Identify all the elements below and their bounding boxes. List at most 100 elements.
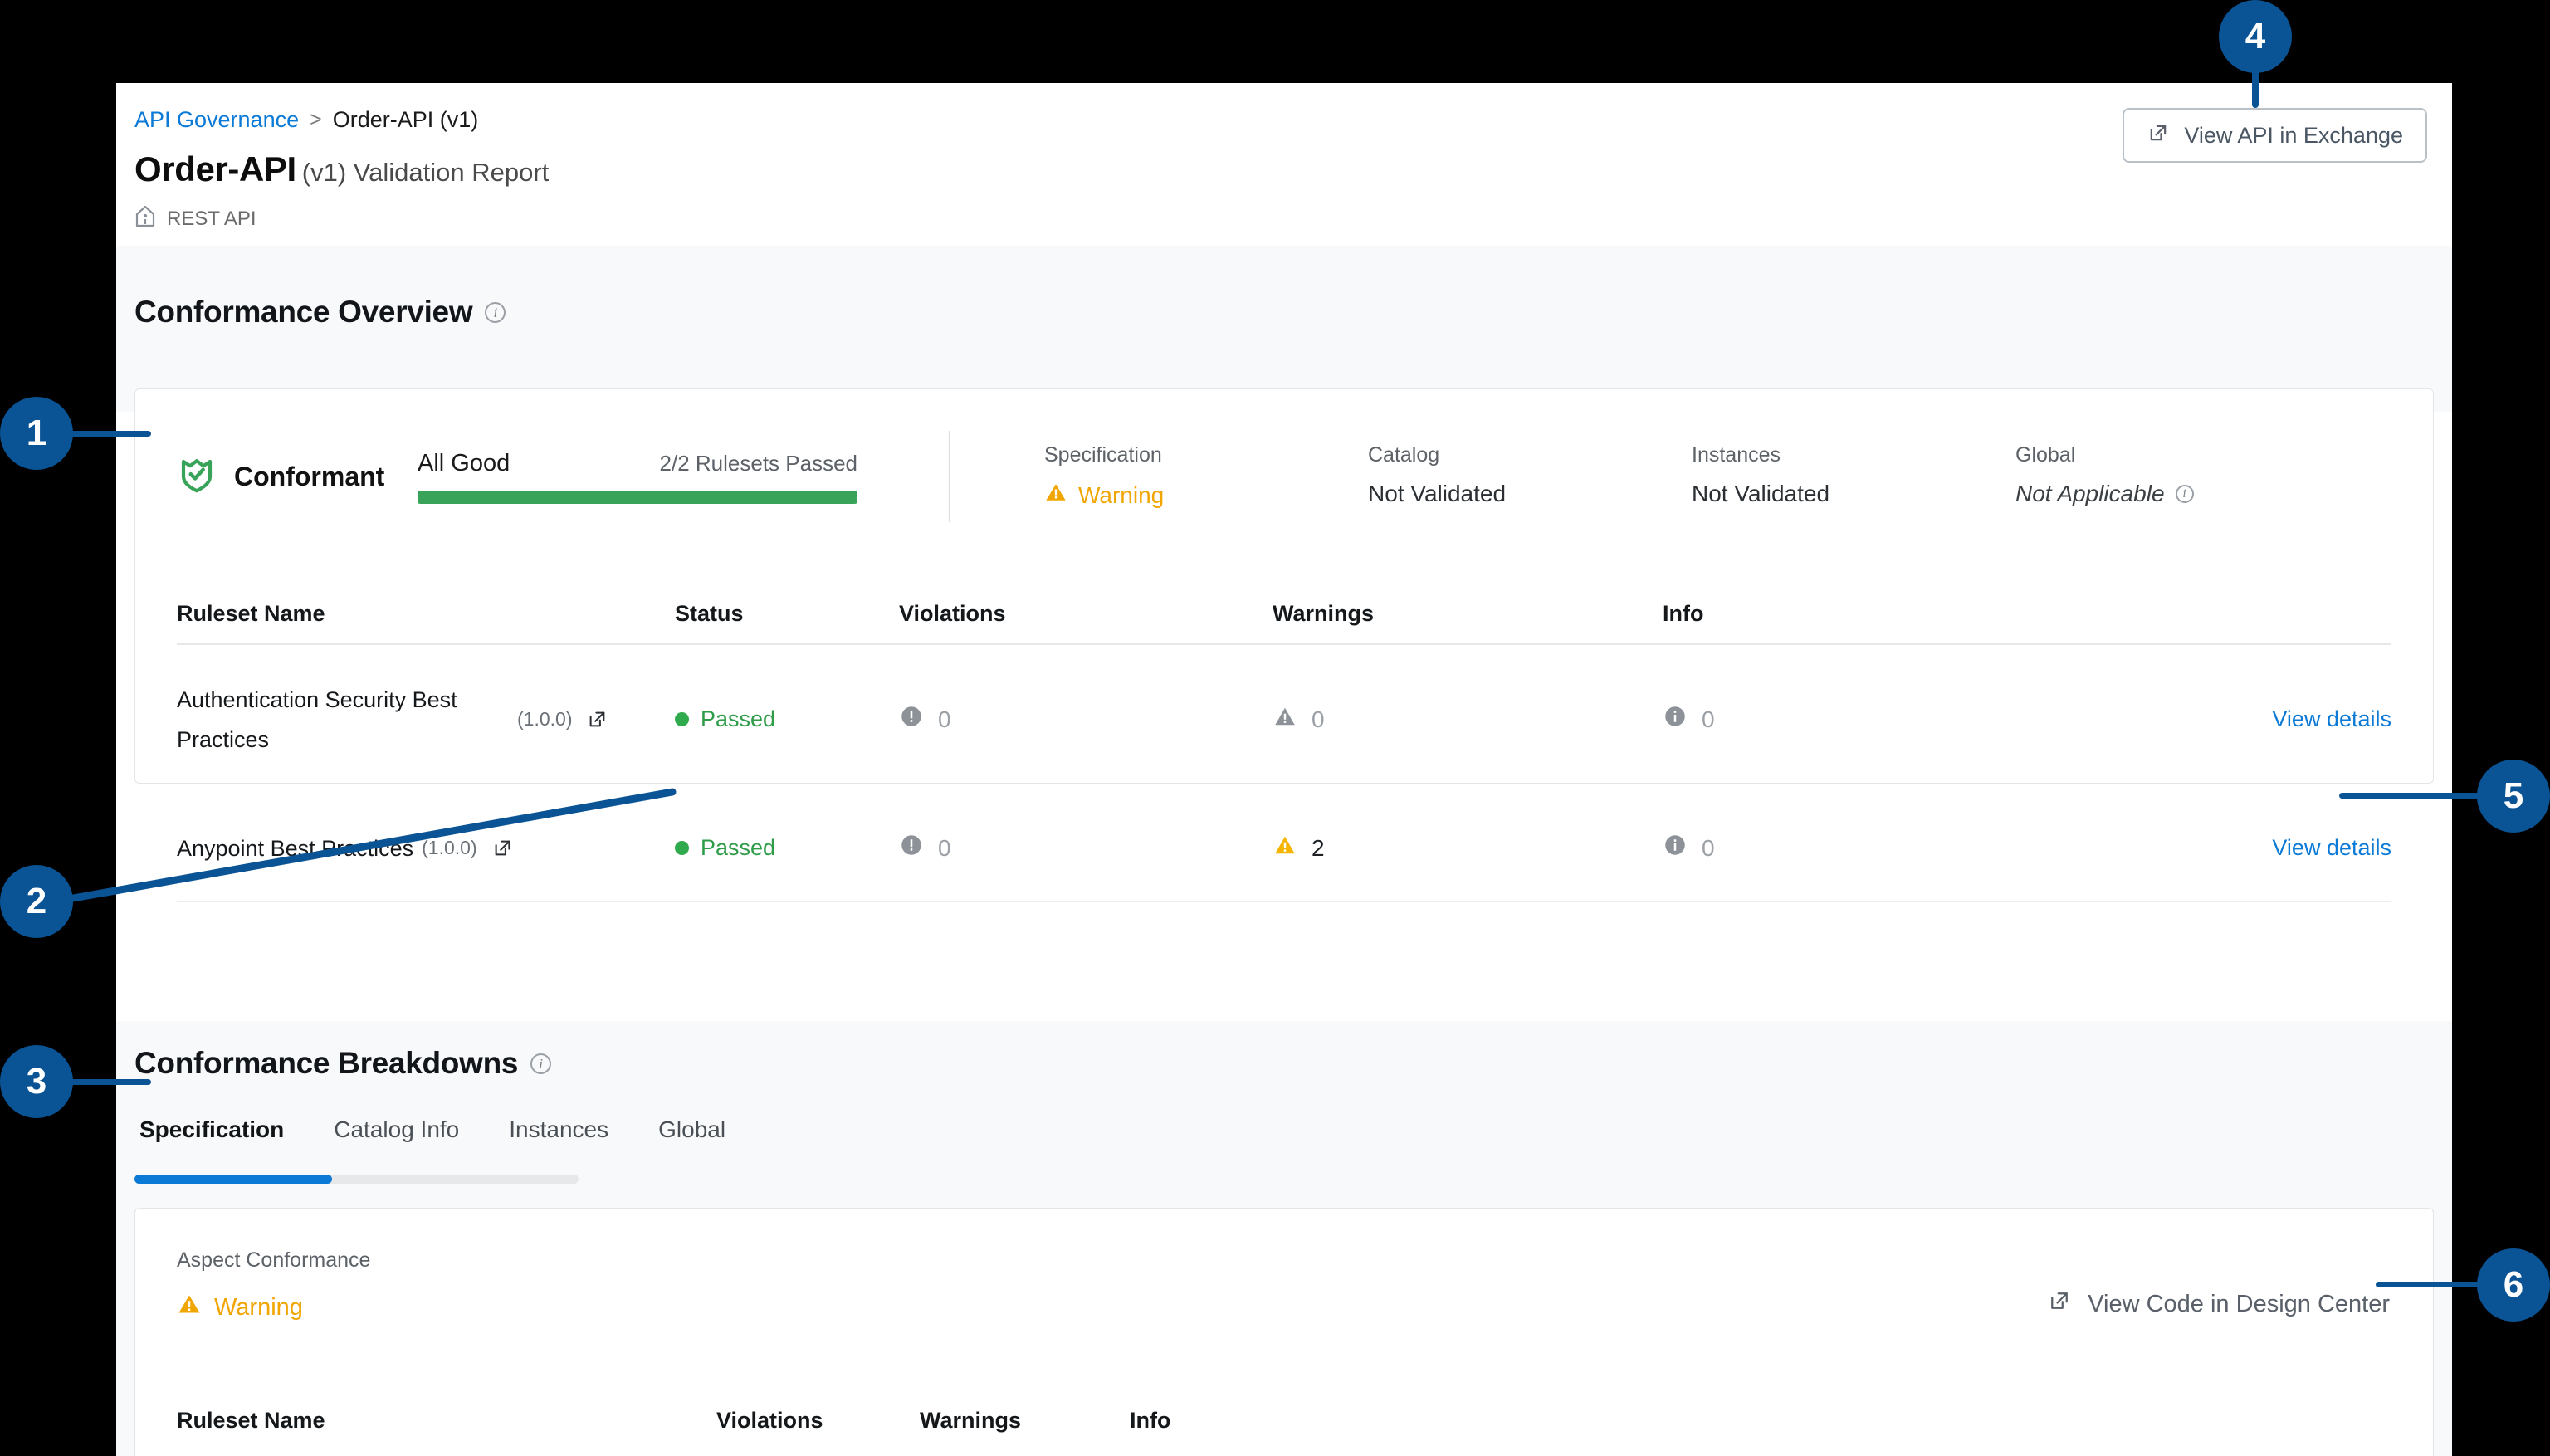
aspect-conformance-label: Aspect Conformance — [177, 1248, 371, 1272]
aspect-status-catalog: Catalog Not Validated — [1368, 443, 1692, 510]
ruleset-name-cell: Authentication Security Best Practices (… — [177, 680, 675, 760]
info-filled-icon — [1663, 833, 1688, 863]
callout-2: 2 — [0, 865, 73, 938]
aspect-status-global: Global Not Applicable i — [2015, 443, 2339, 510]
column-header-ruleset-name: Ruleset Name — [177, 1408, 325, 1433]
page-title-suffix: (v1) Validation Report — [301, 158, 550, 187]
shield-check-icon — [177, 455, 217, 499]
tab-catalog-info[interactable]: Catalog Info — [309, 1116, 484, 1161]
status-cell: Passed — [675, 706, 899, 732]
info-metric: 0 — [1663, 833, 2061, 863]
column-header-violations: Violations — [899, 601, 1006, 626]
breakdown-tabs: Specification Catalog Info Instances Glo… — [116, 1116, 750, 1161]
violation-icon — [899, 704, 924, 735]
column-header-warnings: Warnings — [920, 1408, 1022, 1433]
view-details-link[interactable]: View details — [2272, 835, 2391, 860]
external-link-icon — [2047, 1288, 2072, 1320]
breakdown-card: Aspect Conformance Warning View Code in … — [134, 1208, 2434, 1456]
aspect-value: Warning — [1044, 481, 1368, 510]
conformant-block: Conformant — [177, 455, 418, 499]
aspect-status-text: Warning — [214, 1293, 303, 1321]
aspect-label: Specification — [1044, 443, 1162, 467]
table-row: Authentication Security Best Practices (… — [177, 645, 2391, 794]
aspect-status-grid: Specification Warning Catalog Not Valida… — [1044, 443, 2433, 510]
aspect-value-text: Warning — [1078, 481, 1165, 508]
aspect-value-text: Not Validated — [1368, 481, 1507, 506]
warning-triangle-icon — [1044, 481, 1067, 510]
aspect-value: Not Validated — [1368, 481, 1692, 507]
external-link-icon[interactable] — [586, 708, 608, 730]
callout-5: 5 — [2477, 760, 2550, 833]
info-icon[interactable]: i — [530, 1053, 552, 1074]
column-header-violations: Violations — [716, 1408, 823, 1433]
actions-cell: View details — [2061, 706, 2391, 732]
page-title-name: Order-API — [134, 149, 296, 188]
info-count: 0 — [1702, 834, 1715, 861]
info-metric: 0 — [1663, 704, 2061, 735]
progress-count-label: 2/2 Rulesets Passed — [659, 450, 857, 476]
warnings-cell: 2 — [1273, 833, 1663, 863]
tab-active-indicator — [134, 1175, 332, 1184]
warnings-count: 2 — [1312, 834, 1325, 861]
view-code-in-design-center-link[interactable]: View Code in Design Center — [2047, 1288, 2390, 1320]
aspect-status-instances: Instances Not Validated — [1692, 443, 2015, 510]
warning-triangle-icon — [1273, 704, 1297, 735]
warnings-cell: 0 — [1273, 704, 1663, 735]
callout-leader-2 — [46, 788, 677, 906]
ruleset-table-header: Ruleset Name Status Violations Warnings … — [177, 565, 2391, 645]
conformance-overview-heading: Conformance Overview i — [134, 295, 506, 330]
column-header-actions — [2061, 627, 2391, 643]
screenshot-root: API Governance > Order-API (v1) Order-AP… — [0, 0, 2550, 1456]
aspect-label: Global — [2015, 443, 2076, 467]
conformance-overview-title: Conformance Overview — [134, 295, 473, 329]
api-type-row: REST API — [134, 204, 256, 233]
warnings-metric: 0 — [1273, 704, 1663, 735]
info-cell: 0 — [1663, 704, 2061, 735]
ruleset-version: (1.0.0) — [517, 708, 573, 730]
progress-fill — [418, 490, 857, 504]
aspect-label: Instances — [1692, 443, 1781, 467]
tab-specification[interactable]: Specification — [116, 1116, 309, 1161]
breadcrumb-current: Order-API (v1) — [332, 107, 479, 132]
info-icon[interactable]: i — [485, 301, 506, 323]
callout-leader-1 — [60, 431, 151, 437]
column-header-status: Status — [675, 601, 744, 626]
page-title: Order-API (v1) Validation Report — [134, 149, 549, 189]
callout-6: 6 — [2477, 1248, 2550, 1322]
view-details-link[interactable]: View details — [2272, 706, 2391, 731]
violations-cell: 0 — [899, 704, 1273, 735]
breadcrumb-link-api-governance[interactable]: API Governance — [134, 107, 299, 133]
tab-global[interactable]: Global — [633, 1116, 750, 1161]
info-icon[interactable]: i — [2175, 485, 2194, 503]
callout-1: 1 — [0, 397, 73, 470]
view-api-in-exchange-label: View API in Exchange — [2184, 122, 2403, 148]
warning-triangle-icon — [1273, 833, 1297, 863]
conformance-overview-card: Conformant All Good 2/2 Rulesets Passed … — [134, 388, 2434, 902]
conformance-breakdowns-title: Conformance Breakdowns — [134, 1046, 519, 1080]
callout-3: 3 — [0, 1045, 73, 1118]
breakdown-table-header: Ruleset Name Violations Warnings Info — [177, 1408, 2391, 1434]
progress-status-label: All Good — [418, 449, 510, 476]
conformance-summary-row: Conformant All Good 2/2 Rulesets Passed … — [135, 389, 2433, 564]
aspect-value-text: Not Applicable — [2015, 481, 2165, 506]
column-header-ruleset-name: Ruleset Name — [177, 601, 325, 626]
status-text: Passed — [701, 706, 776, 731]
warning-triangle-icon — [177, 1292, 202, 1323]
ruleset-name: Authentication Security Best Practices — [177, 686, 457, 752]
column-header-info: Info — [1130, 1408, 1171, 1433]
info-cell: 0 — [1663, 833, 2061, 863]
info-count: 0 — [1702, 706, 1715, 732]
callout-leader-5 — [2339, 793, 2489, 799]
violations-metric: 0 — [899, 833, 1273, 863]
application-panel: API Governance > Order-API (v1) Order-AP… — [116, 83, 2452, 1456]
info-filled-icon — [1663, 704, 1688, 735]
tab-instances[interactable]: Instances — [484, 1116, 633, 1161]
violations-count: 0 — [938, 834, 951, 861]
aspect-value-text: Not Validated — [1692, 481, 1830, 506]
breadcrumb: API Governance > Order-API (v1) — [134, 107, 478, 133]
conformant-label: Conformant — [234, 461, 385, 491]
column-header-warnings: Warnings — [1273, 601, 1375, 626]
rulesets-progress: All Good 2/2 Rulesets Passed — [418, 450, 857, 504]
column-header-info: Info — [1663, 601, 1704, 626]
view-api-in-exchange-button[interactable]: View API in Exchange — [2123, 108, 2427, 163]
